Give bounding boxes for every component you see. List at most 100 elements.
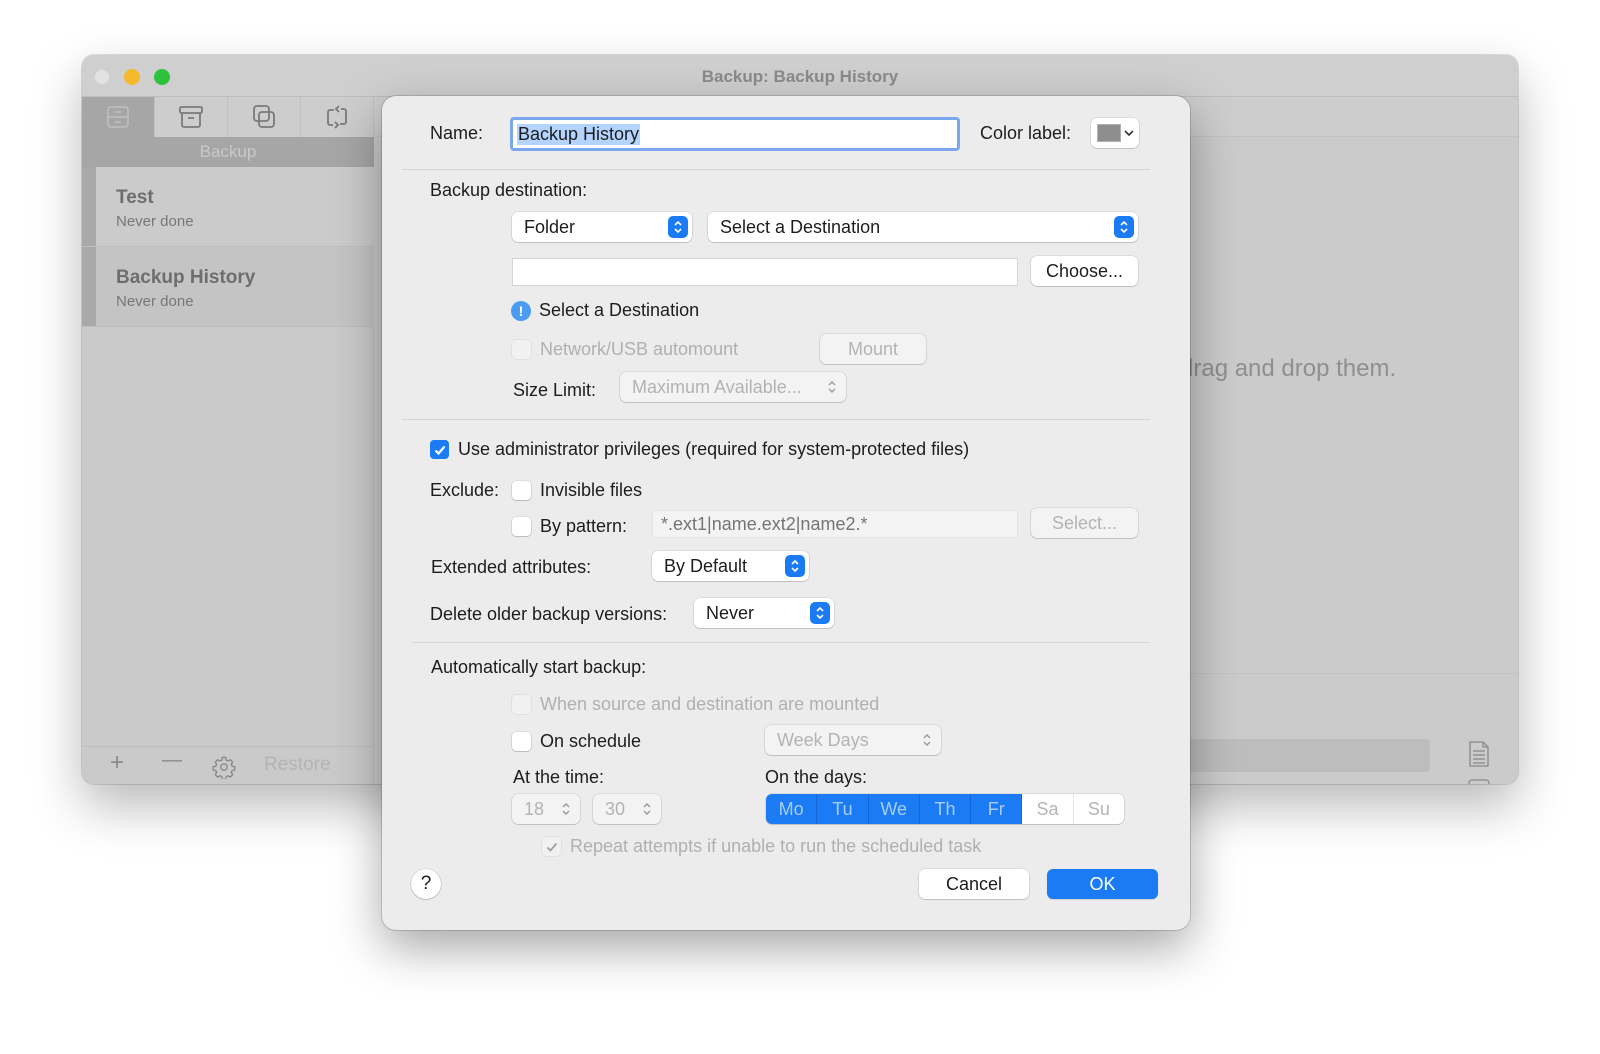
choose-button[interactable]: Choose... [1031, 256, 1138, 286]
color-label-label: Color label: [980, 123, 1072, 143]
on-days-label: On the days: [765, 767, 868, 787]
minute-value: 30 [605, 798, 626, 819]
day-toggle-we[interactable]: We [868, 794, 920, 824]
exclude-label: Exclude: [430, 480, 500, 500]
invisible-files-checkbox[interactable] [512, 481, 531, 500]
automount-checkbox[interactable] [512, 340, 531, 359]
job-list-item[interactable]: Backup History Never done [82, 247, 374, 327]
chevron-down-icon [1124, 130, 1134, 137]
destination-type-select[interactable]: Folder [512, 212, 692, 242]
checkmark-icon [434, 445, 445, 455]
frequency-select[interactable]: Week Days [765, 725, 941, 755]
color-swatch [1097, 124, 1121, 142]
info-alert-icon: ! [511, 301, 531, 321]
repeat-attempts-checkbox[interactable] [542, 837, 561, 856]
pattern-input[interactable] [652, 510, 1018, 538]
day-toggle-fr[interactable]: Fr [971, 794, 1023, 824]
ok-button[interactable]: OK [1047, 869, 1158, 899]
destination-type-value: Folder [524, 216, 576, 237]
frequency-value: Week Days [777, 729, 869, 750]
tab-sync[interactable] [301, 97, 374, 137]
main-divider [1180, 673, 1518, 674]
warning-icon[interactable] [1468, 779, 1490, 784]
when-mounted-checkbox[interactable] [512, 695, 531, 714]
extended-attributes-select[interactable]: By Default [652, 551, 809, 581]
job-color-bar [82, 167, 96, 246]
day-toggle-mo[interactable]: Mo [766, 794, 818, 824]
checkmark-icon [546, 842, 557, 852]
window-title: Backup: Backup History [701, 67, 899, 86]
auto-start-label: Automatically start backup: [431, 657, 647, 677]
when-mounted-label: When source and destination are mounted [540, 694, 880, 714]
at-time-label: At the time: [513, 767, 605, 787]
hour-stepper[interactable]: 18 [512, 794, 580, 824]
extended-attributes-label: Extended attributes: [431, 557, 592, 577]
name-input[interactable]: Backup History [510, 117, 960, 151]
updown-chevron-icon [810, 602, 830, 624]
admin-privileges-label: Use administrator privileges (required f… [458, 439, 970, 459]
day-toggle-tu[interactable]: Tu [817, 794, 869, 824]
name-input-value: Backup History [517, 123, 641, 145]
section-divider [402, 169, 1150, 170]
job-status: Never done [116, 213, 194, 230]
add-job-button[interactable]: + [110, 749, 124, 777]
delete-older-select[interactable]: Never [694, 598, 834, 628]
updown-chevron-icon [822, 376, 842, 398]
destination-warning-text: Select a Destination [539, 300, 700, 320]
remove-job-button[interactable]: — [162, 749, 182, 772]
by-pattern-checkbox[interactable] [512, 517, 531, 536]
progress-bar [1180, 739, 1430, 772]
sync-icon [327, 105, 347, 129]
mount-button[interactable]: Mount [820, 334, 926, 364]
tab-archive[interactable] [155, 97, 228, 137]
tab-copy[interactable] [228, 97, 301, 137]
on-schedule-label: On schedule [540, 731, 642, 751]
sidebar-tabbar [82, 97, 374, 137]
restore-button[interactable]: Restore [264, 754, 331, 776]
archive-box-icon [179, 106, 203, 128]
delete-older-value: Never [706, 602, 755, 623]
extended-attributes-value: By Default [664, 555, 748, 576]
updown-chevron-icon [1114, 216, 1134, 238]
size-limit-value: Maximum Available... [632, 376, 802, 397]
sidebar-caption: Backup [82, 137, 374, 167]
updown-chevron-icon [637, 798, 657, 820]
updown-chevron-icon [556, 798, 576, 820]
sidebar: Backup Test Never done Backup History Ne… [82, 97, 374, 784]
drop-hint-text: drag and drop them. [1180, 355, 1397, 382]
days-segmented-control: Mo Tu We Th Fr Sa Su [766, 794, 1124, 824]
tab-backup[interactable] [82, 97, 155, 137]
backup-settings-sheet: Name: Backup History Color label: Backup… [382, 96, 1190, 930]
updown-chevron-icon [668, 216, 688, 238]
destination-path-input[interactable] [512, 258, 1018, 286]
updown-chevron-icon [785, 555, 805, 577]
hour-value: 18 [524, 798, 545, 819]
help-button[interactable]: ? [411, 869, 441, 899]
by-pattern-label: By pattern: [540, 516, 628, 536]
automount-label: Network/USB automount [540, 339, 739, 359]
admin-privileges-checkbox[interactable] [430, 440, 449, 459]
destination-select[interactable]: Select a Destination [708, 212, 1138, 242]
delete-older-label: Delete older backup versions: [430, 604, 668, 624]
cancel-button[interactable]: Cancel [919, 869, 1029, 899]
day-toggle-sa[interactable]: Sa [1022, 794, 1074, 824]
invisible-files-label: Invisible files [540, 480, 643, 500]
select-pattern-button[interactable]: Select... [1031, 508, 1138, 538]
section-divider [412, 642, 1150, 643]
backup-destination-label: Backup destination: [430, 180, 588, 200]
updown-chevron-icon [917, 729, 937, 751]
job-list-item[interactable]: Test Never done [82, 167, 374, 247]
on-schedule-checkbox[interactable] [512, 732, 531, 751]
size-limit-select[interactable]: Maximum Available... [620, 372, 846, 402]
day-toggle-su[interactable]: Su [1074, 794, 1124, 824]
destination-value: Select a Destination [720, 216, 881, 237]
gear-icon[interactable] [212, 755, 236, 779]
log-document-icon[interactable] [1468, 741, 1490, 767]
title-bar: Backup: Backup History [82, 55, 1518, 97]
sidebar-footer: + — Restore [82, 746, 374, 784]
color-label-picker[interactable] [1091, 118, 1139, 148]
job-color-bar [82, 247, 96, 326]
minute-stepper[interactable]: 30 [593, 794, 661, 824]
day-toggle-th[interactable]: Th [919, 794, 972, 824]
repeat-attempts-label: Repeat attempts if unable to run the sch… [570, 836, 982, 856]
